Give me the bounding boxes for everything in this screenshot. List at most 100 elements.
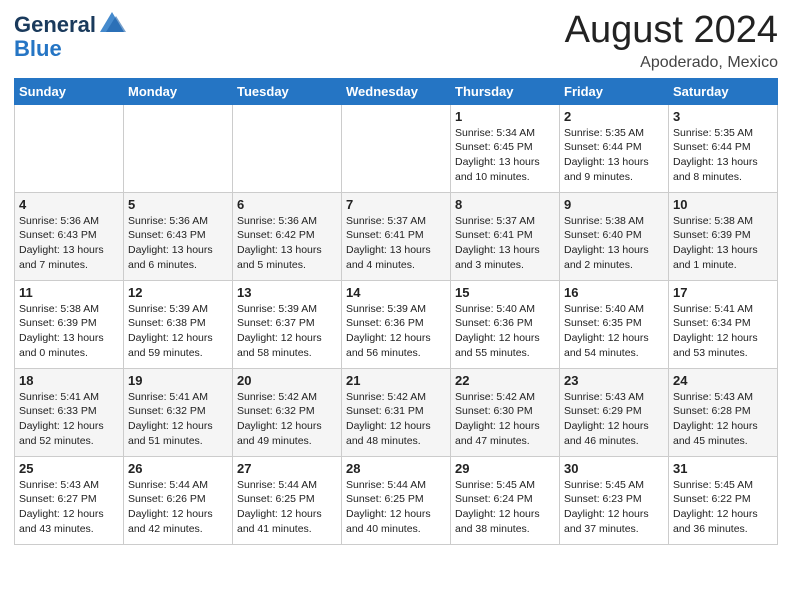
day-number: 25	[19, 461, 119, 476]
day-cell: 7 Sunrise: 5:37 AM Sunset: 6:41 PM Daylig…	[342, 192, 451, 280]
day-number: 11	[19, 285, 119, 300]
day-cell: 30Sunrise: 5:45 AM Sunset: 6:23 PM Dayli…	[560, 456, 669, 544]
day-cell: 26 Sunrise: 5:44 AM Sunset: 6:26 PM Dayli…	[124, 456, 233, 544]
day-cell: 17Sunrise: 5:41 AM Sunset: 6:34 PM Dayli…	[669, 280, 778, 368]
day-cell: 31Sunrise: 5:45 AM Sunset: 6:22 PM Dayli…	[669, 456, 778, 544]
day-number: 29	[455, 461, 555, 476]
day-number: 24	[673, 373, 773, 388]
day-info: Sunrise: 5:38 AM Sunset: 6:39 PM Dayligh…	[19, 302, 119, 361]
day-cell: 13 Sunrise: 5:39 AM Sunset: 6:37 PM Dayli…	[233, 280, 342, 368]
header-row: SundayMondayTuesdayWednesdayThursdayFrid…	[15, 78, 778, 104]
day-cell: 20 Sunrise: 5:42 AM Sunset: 6:32 PM Dayli…	[233, 368, 342, 456]
day-info: Sunrise: 5:35 AM Sunset: 6:44 PM Dayligh…	[564, 126, 664, 185]
day-number: 26	[128, 461, 228, 476]
day-info: Sunrise: 5:38 AM Sunset: 6:39 PM Dayligh…	[673, 214, 773, 273]
day-info: Sunrise: 5:40 AM Sunset: 6:35 PM Dayligh…	[564, 302, 664, 361]
col-header-tuesday: Tuesday	[233, 78, 342, 104]
day-info: Sunrise: 5:42 AM Sunset: 6:30 PM Dayligh…	[455, 390, 555, 449]
day-cell: 24 Sunrise: 5:43 AM Sunset: 6:28 PM Dayli…	[669, 368, 778, 456]
logo-icon	[98, 8, 126, 36]
week-row-1: 1Sunrise: 5:34 AM Sunset: 6:45 PM Daylig…	[15, 104, 778, 192]
day-cell: 3 Sunrise: 5:35 AM Sunset: 6:44 PM Daylig…	[669, 104, 778, 192]
day-number: 10	[673, 197, 773, 212]
day-cell: 15Sunrise: 5:40 AM Sunset: 6:36 PM Dayli…	[451, 280, 560, 368]
day-cell: 16 Sunrise: 5:40 AM Sunset: 6:35 PM Dayli…	[560, 280, 669, 368]
day-info: Sunrise: 5:43 AM Sunset: 6:29 PM Dayligh…	[564, 390, 664, 449]
day-number: 3	[673, 109, 773, 124]
day-number: 9	[564, 197, 664, 212]
day-number: 23	[564, 373, 664, 388]
calendar-table: SundayMondayTuesdayWednesdayThursdayFrid…	[14, 78, 778, 545]
day-number: 28	[346, 461, 446, 476]
day-number: 15	[455, 285, 555, 300]
col-header-wednesday: Wednesday	[342, 78, 451, 104]
page: General Blue August 2024 Apoderado, Mexi…	[0, 0, 792, 612]
day-cell: 27Sunrise: 5:44 AM Sunset: 6:25 PM Dayli…	[233, 456, 342, 544]
day-number: 8	[455, 197, 555, 212]
day-number: 13	[237, 285, 337, 300]
day-cell	[15, 104, 124, 192]
day-cell	[342, 104, 451, 192]
header: General Blue August 2024 Apoderado, Mexi…	[14, 10, 778, 72]
day-cell: 9 Sunrise: 5:38 AM Sunset: 6:40 PM Daylig…	[560, 192, 669, 280]
day-cell: 14Sunrise: 5:39 AM Sunset: 6:36 PM Dayli…	[342, 280, 451, 368]
day-info: Sunrise: 5:38 AM Sunset: 6:40 PM Dayligh…	[564, 214, 664, 273]
day-cell	[233, 104, 342, 192]
day-info: Sunrise: 5:44 AM Sunset: 6:25 PM Dayligh…	[346, 478, 446, 537]
day-info: Sunrise: 5:37 AM Sunset: 6:41 PM Dayligh…	[346, 214, 446, 273]
day-info: Sunrise: 5:45 AM Sunset: 6:24 PM Dayligh…	[455, 478, 555, 537]
day-cell: 29 Sunrise: 5:45 AM Sunset: 6:24 PM Dayli…	[451, 456, 560, 544]
day-number: 16	[564, 285, 664, 300]
col-header-monday: Monday	[124, 78, 233, 104]
logo-general: General	[14, 14, 96, 36]
day-info: Sunrise: 5:39 AM Sunset: 6:37 PM Dayligh…	[237, 302, 337, 361]
logo-blue: Blue	[14, 36, 62, 61]
week-row-3: 11 Sunrise: 5:38 AM Sunset: 6:39 PM Dayli…	[15, 280, 778, 368]
day-info: Sunrise: 5:43 AM Sunset: 6:27 PM Dayligh…	[19, 478, 119, 537]
day-info: Sunrise: 5:44 AM Sunset: 6:26 PM Dayligh…	[128, 478, 228, 537]
day-info: Sunrise: 5:34 AM Sunset: 6:45 PM Dayligh…	[455, 126, 555, 185]
day-number: 31	[673, 461, 773, 476]
day-cell: 22Sunrise: 5:42 AM Sunset: 6:30 PM Dayli…	[451, 368, 560, 456]
day-info: Sunrise: 5:42 AM Sunset: 6:32 PM Dayligh…	[237, 390, 337, 449]
day-info: Sunrise: 5:43 AM Sunset: 6:28 PM Dayligh…	[673, 390, 773, 449]
day-cell: 4 Sunrise: 5:36 AM Sunset: 6:43 PM Daylig…	[15, 192, 124, 280]
day-info: Sunrise: 5:45 AM Sunset: 6:23 PM Dayligh…	[564, 478, 664, 537]
day-cell: 6Sunrise: 5:36 AM Sunset: 6:42 PM Daylig…	[233, 192, 342, 280]
day-cell	[124, 104, 233, 192]
day-number: 18	[19, 373, 119, 388]
col-header-saturday: Saturday	[669, 78, 778, 104]
day-info: Sunrise: 5:41 AM Sunset: 6:34 PM Dayligh…	[673, 302, 773, 361]
day-number: 2	[564, 109, 664, 124]
day-info: Sunrise: 5:42 AM Sunset: 6:31 PM Dayligh…	[346, 390, 446, 449]
day-cell: 5 Sunrise: 5:36 AM Sunset: 6:43 PM Daylig…	[124, 192, 233, 280]
day-number: 4	[19, 197, 119, 212]
day-cell: 11 Sunrise: 5:38 AM Sunset: 6:39 PM Dayli…	[15, 280, 124, 368]
day-cell: 25 Sunrise: 5:43 AM Sunset: 6:27 PM Dayli…	[15, 456, 124, 544]
day-info: Sunrise: 5:39 AM Sunset: 6:38 PM Dayligh…	[128, 302, 228, 361]
day-number: 5	[128, 197, 228, 212]
location-title: Apoderado, Mexico	[565, 54, 778, 72]
day-info: Sunrise: 5:36 AM Sunset: 6:43 PM Dayligh…	[128, 214, 228, 273]
week-row-4: 18 Sunrise: 5:41 AM Sunset: 6:33 PM Dayli…	[15, 368, 778, 456]
col-header-friday: Friday	[560, 78, 669, 104]
day-info: Sunrise: 5:41 AM Sunset: 6:32 PM Dayligh…	[128, 390, 228, 449]
day-number: 27	[237, 461, 337, 476]
day-number: 7	[346, 197, 446, 212]
day-number: 21	[346, 373, 446, 388]
day-cell: 1Sunrise: 5:34 AM Sunset: 6:45 PM Daylig…	[451, 104, 560, 192]
day-number: 19	[128, 373, 228, 388]
day-info: Sunrise: 5:36 AM Sunset: 6:42 PM Dayligh…	[237, 214, 337, 273]
day-info: Sunrise: 5:39 AM Sunset: 6:36 PM Dayligh…	[346, 302, 446, 361]
day-cell: 2 Sunrise: 5:35 AM Sunset: 6:44 PM Daylig…	[560, 104, 669, 192]
day-number: 12	[128, 285, 228, 300]
day-info: Sunrise: 5:41 AM Sunset: 6:33 PM Dayligh…	[19, 390, 119, 449]
title-block: August 2024 Apoderado, Mexico	[565, 10, 778, 72]
week-row-5: 25 Sunrise: 5:43 AM Sunset: 6:27 PM Dayli…	[15, 456, 778, 544]
col-header-thursday: Thursday	[451, 78, 560, 104]
day-cell: 21 Sunrise: 5:42 AM Sunset: 6:31 PM Dayli…	[342, 368, 451, 456]
day-info: Sunrise: 5:36 AM Sunset: 6:43 PM Dayligh…	[19, 214, 119, 273]
day-info: Sunrise: 5:35 AM Sunset: 6:44 PM Dayligh…	[673, 126, 773, 185]
week-row-2: 4 Sunrise: 5:36 AM Sunset: 6:43 PM Daylig…	[15, 192, 778, 280]
day-number: 20	[237, 373, 337, 388]
